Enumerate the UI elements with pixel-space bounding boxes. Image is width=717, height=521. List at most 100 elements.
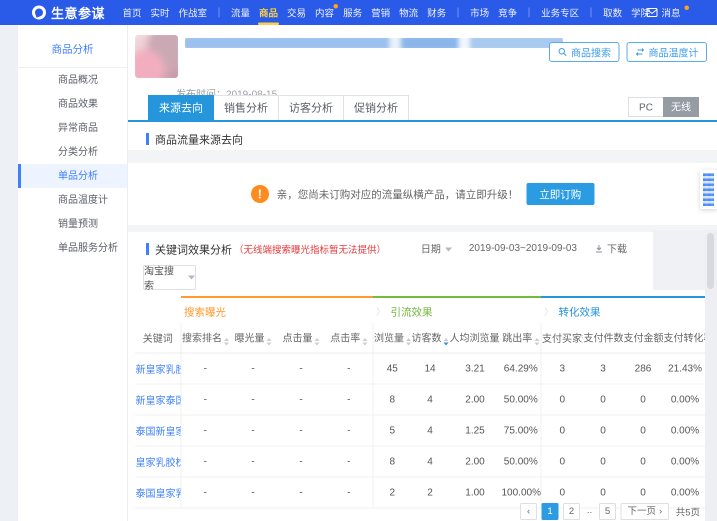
subscribe-now-button[interactable]: 立即订购 xyxy=(526,183,595,205)
nav-item[interactable]: 营销 xyxy=(369,0,392,25)
nav-item[interactable]: 作战室 xyxy=(177,0,210,25)
nav-item[interactable]: 实时 xyxy=(149,0,172,25)
keyword-link[interactable]: 泰国新皇家乳 xyxy=(136,426,182,437)
cell-ctr: - xyxy=(325,415,373,447)
sort-arrows-icon[interactable] xyxy=(406,338,411,346)
column-header[interactable]: 搜索排名 xyxy=(180,323,229,354)
cell-pay-buyers: 0 xyxy=(540,415,584,447)
cell-clicks: - xyxy=(277,353,325,385)
product-thermometer-button[interactable]: 商品温度计 xyxy=(626,42,707,62)
nav-item[interactable]: 首页 xyxy=(121,0,144,25)
column-header[interactable]: 关键词 xyxy=(135,323,181,354)
nav-divider xyxy=(590,7,592,18)
nav-item[interactable]: 财务 xyxy=(425,0,448,25)
product-title-redacted xyxy=(185,38,563,48)
column-header[interactable]: 支付转化率 xyxy=(663,323,708,354)
date-dropdown[interactable]: 日期 xyxy=(421,241,452,256)
sidebar-item[interactable]: 商品效果 xyxy=(18,92,127,116)
cell-bounce-rate: 50.00% xyxy=(501,384,542,416)
column-header[interactable]: 曝光量 xyxy=(229,323,277,354)
cell-pay-items: 3 xyxy=(583,353,624,385)
sidebar-item[interactable]: 异常商品 xyxy=(18,116,127,140)
keyword-link[interactable]: 新皇家泰国乳 xyxy=(136,395,182,406)
nav-item[interactable]: 流量 xyxy=(229,0,252,25)
nav-item-label: 物流 xyxy=(399,8,419,19)
next-page-button[interactable]: 下一页 › xyxy=(620,503,670,520)
nav-item[interactable]: 竞争 xyxy=(496,0,519,25)
product-thumbnail[interactable] xyxy=(135,35,178,78)
page-number-button[interactable]: 1 xyxy=(541,503,559,520)
cell-pay-items: 0 xyxy=(583,446,624,478)
sidebar-section-title[interactable]: 商品分析 xyxy=(18,25,127,68)
cell-ctr: - xyxy=(325,353,373,385)
envelope-icon xyxy=(646,8,658,17)
keyword-link[interactable]: 泰国皇家乳胶 xyxy=(136,488,182,499)
download-button[interactable]: 下载 xyxy=(594,241,627,256)
column-header[interactable]: 支付买家数 xyxy=(540,323,584,354)
sidebar-item[interactable]: 分类分析 xyxy=(18,140,127,164)
brand[interactable]: 生意参谋 xyxy=(32,3,105,22)
sort-arrows-icon[interactable] xyxy=(314,338,320,346)
sidebar-item[interactable]: 销量预测 xyxy=(18,212,127,236)
floating-qr-widget[interactable] xyxy=(700,170,717,209)
device-toggle-option[interactable]: 无线 xyxy=(663,97,699,117)
sidebar-item[interactable]: 单品服务分析 xyxy=(18,236,127,260)
cell-avg-views: 1.25 xyxy=(449,415,501,447)
sidebar-item[interactable]: 商品温度计 xyxy=(18,188,127,212)
keyword-link[interactable]: 新皇家乳胶枕 xyxy=(136,364,182,375)
nav-item[interactable]: 服务 xyxy=(341,0,364,25)
nav-item[interactable]: 取数 xyxy=(601,0,624,25)
cell-visitors: 4 xyxy=(411,384,449,416)
sidebar-item[interactable]: 单品分析 xyxy=(18,164,127,188)
nav-item-label: 取数 xyxy=(603,8,623,19)
scrollbar-thumb[interactable] xyxy=(707,233,714,289)
column-header[interactable]: 浏览量 xyxy=(372,323,411,354)
channel-select[interactable]: 淘宝搜索 xyxy=(143,265,196,292)
column-header[interactable]: 跳出率 xyxy=(501,323,542,354)
nav-item[interactable]: 业务专区 xyxy=(539,0,581,25)
sort-arrows-icon[interactable] xyxy=(224,338,229,346)
sidebar: 商品分析 商品概况 商品效果 异常商品 分类分析 单品分析 商品温度计 销量预测… xyxy=(18,13,128,521)
tab[interactable]: 来源去向 xyxy=(148,95,215,120)
nav-menu: 首页 实时 作战室 流量 商品 交易 内容 服务 营销 物流 财务 市场 竞争 … xyxy=(118,0,655,25)
sort-arrows-icon[interactable] xyxy=(266,338,272,346)
column-header[interactable]: 支付金额 xyxy=(623,323,664,354)
pagination: ‹ 1 2 .. 5 下一页 › 共5页 xyxy=(520,503,700,520)
tab-label: 来源去向 xyxy=(159,101,204,115)
nav-item-label: 作战室 xyxy=(178,8,208,19)
sort-arrows-icon[interactable] xyxy=(534,338,540,346)
nav-item-label: 商品 xyxy=(259,8,279,19)
column-header[interactable]: 人均浏览量 xyxy=(449,323,501,354)
cell-bounce-rate: 64.29% xyxy=(501,353,542,385)
nav-item[interactable]: 市场 xyxy=(468,0,491,25)
page-number-button[interactable]: 2 xyxy=(563,503,581,520)
sidebar-item-label: 异常商品 xyxy=(58,122,98,134)
tab[interactable]: 访客分析 xyxy=(278,95,345,120)
nav-item[interactable]: 交易 xyxy=(285,0,308,25)
tab[interactable]: 销售分析 xyxy=(213,95,280,120)
tab[interactable]: 促销分析 xyxy=(343,95,410,120)
page-number-button[interactable]: .. xyxy=(585,503,595,520)
keyword-section-note: （无线端搜索曝光指标暂无法提供） xyxy=(234,244,387,256)
column-header[interactable]: 支付件数 xyxy=(583,323,624,354)
messages-button[interactable]: 消息 xyxy=(646,0,689,25)
sidebar-item[interactable]: 商品概况 xyxy=(18,68,127,92)
device-toggle-option[interactable]: PC xyxy=(628,97,664,117)
sort-arrows-icon[interactable] xyxy=(443,338,449,346)
nav-item[interactable]: 物流 xyxy=(397,0,420,25)
column-header[interactable]: 点击率 xyxy=(325,323,373,354)
nav-item[interactable]: 内容 xyxy=(313,0,339,25)
product-search-button[interactable]: 商品搜索 xyxy=(549,42,620,62)
nav-item[interactable]: 商品 xyxy=(257,0,280,25)
nav-item-label: 实时 xyxy=(150,8,170,19)
sort-arrows-icon[interactable] xyxy=(362,338,368,346)
keyword-link[interactable]: 皇家乳胶枕 xyxy=(136,457,182,468)
keyword-section-title: 关键词效果分析 （无线端搜索曝光指标暂无法提供） xyxy=(146,241,386,257)
prev-page-button[interactable]: ‹ xyxy=(520,503,538,520)
date-range[interactable]: 2019-09-03~2019-09-03 xyxy=(469,243,577,255)
nav-item-label: 财务 xyxy=(427,8,447,19)
group-traffic-effect: 引流效果 xyxy=(373,296,542,323)
page-number-button[interactable]: 5 xyxy=(599,503,617,520)
column-header[interactable]: 点击量 xyxy=(277,323,325,354)
column-header[interactable]: 访客数 xyxy=(411,323,449,354)
